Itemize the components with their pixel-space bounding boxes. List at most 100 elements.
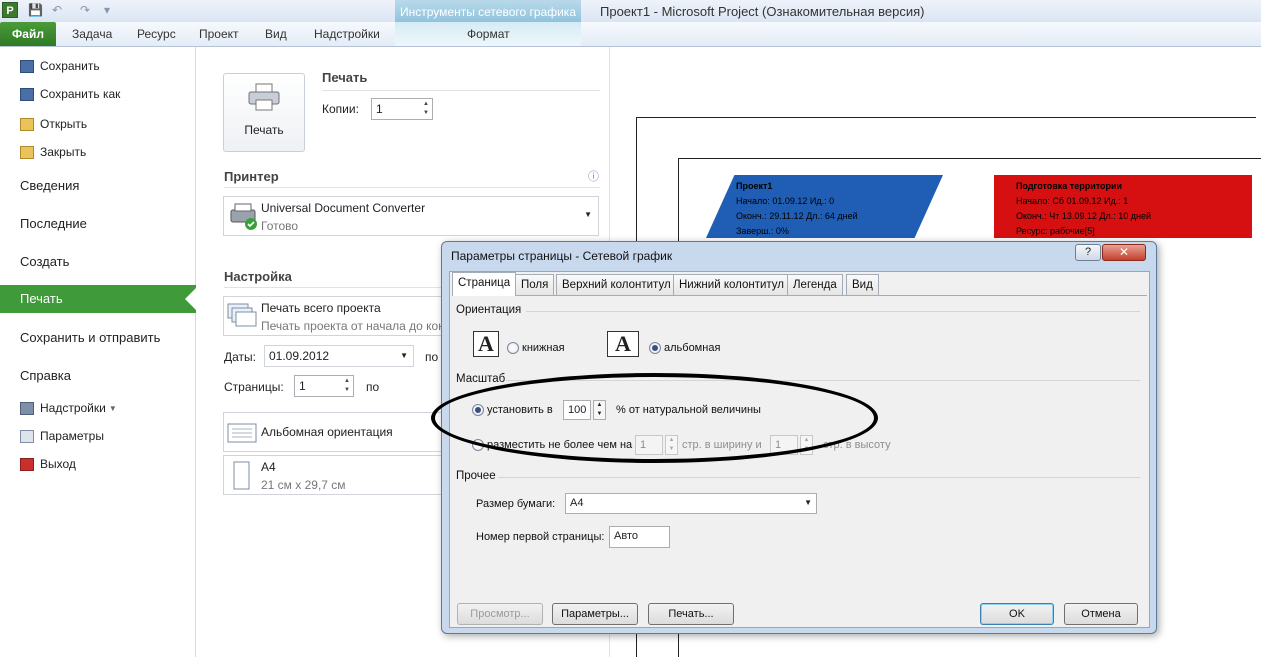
scale-group-label: Масштаб	[456, 373, 506, 385]
node-title: Проект1	[736, 181, 773, 191]
calendar-dropdown-icon[interactable]: ▼	[400, 351, 408, 360]
portrait-radio[interactable]	[507, 342, 519, 354]
printer-status: Готово	[261, 219, 299, 233]
open-folder-icon	[20, 117, 34, 131]
pages-label: Страницы:	[224, 380, 284, 394]
undo-icon[interactable]: ↶	[52, 3, 62, 17]
close-command[interactable]: Закрыть	[20, 145, 86, 159]
customize-qat-icon[interactable]: ▾	[104, 3, 110, 17]
backstage-nav: Сохранить Сохранить как Открыть Закрыть …	[0, 47, 197, 657]
nav-save-send[interactable]: Сохранить и отправить	[20, 330, 160, 345]
cancel-button[interactable]: Отмена	[1064, 603, 1138, 625]
paper-dimensions: 21 см x 29,7 см	[261, 478, 346, 492]
annotation-ellipse	[431, 373, 878, 463]
addins-command[interactable]: Надстройки ▼	[20, 401, 117, 415]
divider	[224, 187, 600, 188]
save-icon[interactable]: 💾	[28, 3, 43, 17]
save-as-command[interactable]: Сохранить как	[20, 87, 120, 101]
landscape-page-icon	[227, 423, 257, 443]
portrait-icon: A	[473, 331, 499, 357]
save-icon	[20, 59, 34, 73]
print-dialog-button[interactable]: Печать...	[648, 603, 734, 625]
close-button[interactable]: ✕	[1102, 244, 1146, 261]
chevron-down-icon: ▼	[804, 498, 812, 507]
portrait-label[interactable]: книжная	[522, 342, 565, 354]
copies-label: Копии:	[322, 102, 359, 116]
close-folder-icon	[20, 145, 34, 159]
portrait-page-icon	[233, 461, 250, 490]
tab-format[interactable]: Формат	[467, 27, 510, 41]
node-resource: Ресурс: рабочие[5]	[1016, 226, 1095, 236]
spinner-arrows-icon[interactable]: ▲ ▼	[421, 100, 431, 118]
pages-icon	[227, 303, 257, 327]
orientation-label: Альбомная ориентация	[261, 425, 393, 439]
print-button[interactable]: Печать	[223, 73, 305, 152]
tab-view[interactable]: Вид	[846, 274, 879, 295]
print-scope-dropdown[interactable]: Печать всего проекта Печать проекта от н…	[223, 296, 445, 336]
save-as-icon	[20, 87, 34, 101]
network-node-task: Подготовка территории Начало: Сб 01.09.1…	[994, 175, 1252, 238]
spinner-arrows-icon[interactable]: ▲ ▼	[342, 377, 352, 395]
orientation-dropdown[interactable]: Альбомная ориентация	[223, 412, 443, 452]
group-line	[526, 311, 1140, 312]
network-node-project: Проект1 Начало: 01.09.12 Ид.: 0 Оконч.: …	[706, 175, 943, 238]
context-tab-group: Инструменты сетевого графика	[395, 0, 581, 22]
tab-task[interactable]: Задача	[72, 27, 112, 41]
printer-heading: Принтер	[224, 169, 279, 184]
preview-button[interactable]: Просмотр...	[457, 603, 543, 625]
nav-print-selected[interactable]: Печать	[0, 285, 197, 313]
print-button-label: Печать	[244, 123, 284, 137]
open-command[interactable]: Открыть	[20, 117, 87, 131]
info-icon[interactable]: ⓘ	[588, 168, 599, 184]
tab-margins[interactable]: Поля	[515, 274, 555, 295]
title-bar: P 💾 ↶ ↷ ▾ Инструменты сетевого графика П…	[0, 0, 1261, 22]
tab-page[interactable]: Страница	[452, 272, 517, 296]
paper-size-select[interactable]: A4 ▼	[565, 493, 817, 514]
tab-resource[interactable]: Ресурс	[137, 27, 176, 41]
page-to-label: по	[366, 380, 380, 394]
tab-project[interactable]: Проект	[199, 27, 239, 41]
tab-panel-page: Ориентация A книжная A альбомная Масштаб…	[452, 295, 1147, 625]
nav-recent[interactable]: Последние	[20, 216, 87, 231]
paper-size-dropdown[interactable]: A4 21 см x 29,7 см	[223, 455, 443, 495]
project-app-icon[interactable]: P	[2, 2, 18, 18]
ok-button[interactable]: OK	[980, 603, 1054, 625]
close-icon: ✕	[1118, 245, 1130, 259]
landscape-label[interactable]: альбомная	[664, 342, 720, 354]
ribbon-tabs: Файл Задача Ресурс Проект Вид Надстройки…	[0, 22, 1261, 47]
date-from-input[interactable]: 01.09.2012 ▼	[264, 345, 414, 367]
options-command[interactable]: Параметры	[20, 429, 104, 443]
dialog-title: Параметры страницы - Сетевой график	[451, 249, 673, 263]
tab-footer[interactable]: Нижний колонтитул	[673, 274, 790, 295]
help-button[interactable]: ?	[1075, 244, 1101, 261]
save-command[interactable]: Сохранить	[20, 59, 100, 73]
first-page-label: Номер первой страницы:	[476, 531, 605, 543]
node-start: Начало: Сб 01.09.12 Ид.: 1	[1016, 196, 1129, 206]
printer-icon	[248, 83, 280, 111]
nav-new[interactable]: Создать	[20, 254, 69, 269]
redo-icon[interactable]: ↷	[80, 3, 90, 17]
copies-spinner[interactable]: 1 ▲ ▼	[371, 98, 433, 120]
node-complete: Заверш.: 0%	[736, 226, 789, 236]
exit-command[interactable]: Выход	[20, 457, 76, 471]
page-from-spinner[interactable]: 1 ▲ ▼	[294, 375, 354, 397]
exit-icon	[20, 457, 34, 471]
tab-file[interactable]: Файл	[0, 22, 56, 46]
paper-size-label: Размер бумаги:	[476, 498, 556, 510]
tab-legend[interactable]: Легенда	[787, 274, 843, 295]
options-button[interactable]: Параметры...	[552, 603, 638, 625]
tab-addins[interactable]: Надстройки	[314, 27, 380, 41]
settings-heading: Настройка	[224, 269, 292, 284]
window-title: Проект1 - Microsoft Project (Ознакомител…	[600, 4, 925, 19]
landscape-radio[interactable]	[649, 342, 661, 354]
tab-view[interactable]: Вид	[265, 27, 287, 41]
printer-dropdown[interactable]: Universal Document Converter Готово ▼	[223, 196, 599, 236]
first-page-input[interactable]: Авто	[609, 526, 670, 548]
tab-header[interactable]: Верхний колонтитул	[556, 274, 677, 295]
other-group-label: Прочее	[456, 470, 496, 482]
nav-info[interactable]: Сведения	[20, 178, 79, 193]
nav-help[interactable]: Справка	[20, 368, 71, 383]
node-finish: Оконч.: 29.11.12 Дл.: 64 дней	[736, 211, 858, 221]
landscape-icon: A	[607, 331, 639, 357]
chevron-down-icon: ▼	[584, 210, 592, 219]
